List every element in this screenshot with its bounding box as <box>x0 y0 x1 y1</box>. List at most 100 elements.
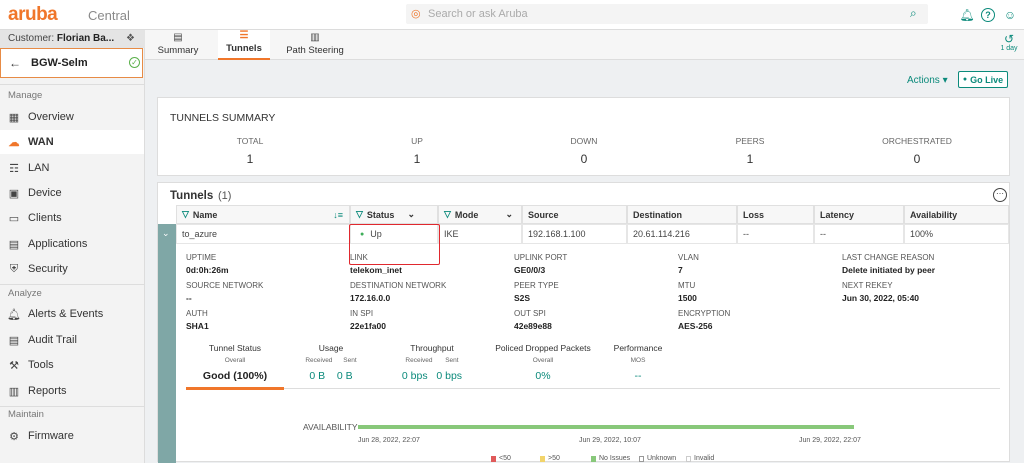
column-header-name[interactable]: ▽ Name ↓≡ <box>176 205 350 224</box>
audit-icon: ▤ <box>8 334 20 347</box>
detail-value: Jun 30, 2022, 05:40 <box>842 293 920 303</box>
applications-icon: ▤ <box>8 238 20 251</box>
legend-item: No Issues <box>591 455 630 462</box>
actions-dropdown[interactable]: Actions ▾ <box>907 75 948 86</box>
tab-bar: ▤ Summary ☰ Tunnels ▥ Path Steering <box>145 30 1024 60</box>
sidebar-item-label: Security <box>28 263 68 275</box>
chevron-down-icon[interactable]: ⌄ <box>505 209 513 220</box>
column-header-latency[interactable]: Latency <box>814 205 904 224</box>
table-cell-availability: 100% <box>904 224 1009 244</box>
metric-policed-dropped[interactable]: Policed Dropped Packets Overall 0% <box>488 343 598 382</box>
sidebar-item-audit-trail[interactable]: ▤ Audit Trail <box>0 328 144 352</box>
filter-icon[interactable]: ▽ <box>444 209 451 220</box>
metric-throughput[interactable]: Throughput Received Sent 0 bps 0 bps <box>386 343 478 382</box>
legend-swatch <box>686 455 691 462</box>
filter-icon[interactable]: ▽ <box>356 209 363 220</box>
section-manage: Manage <box>8 90 43 101</box>
sidebar-item-wan[interactable]: ☁ WAN <box>0 130 144 154</box>
filter-icon[interactable]: ▽ <box>182 209 189 220</box>
caret-down-icon: ▾ <box>942 75 948 86</box>
column-header-loss[interactable]: Loss <box>737 205 814 224</box>
search-input[interactable]: ◎ Search or ask Aruba ⌕ <box>406 4 928 24</box>
site-name: BGW-Selm <box>31 57 88 69</box>
check-circle-icon: ✓ <box>129 57 140 68</box>
tab-summary[interactable]: ▤ Summary <box>155 30 201 60</box>
bell-icon[interactable]: 🔔︎ <box>959 8 974 22</box>
sidebar-item-label: Firmware <box>28 430 74 442</box>
metric-sub: Sent <box>343 357 357 364</box>
sort-icon[interactable]: ↓≡ <box>333 210 343 220</box>
metric-title: Performance <box>613 343 663 353</box>
summary-label: UP <box>411 136 423 146</box>
metric-value: 0 B <box>336 370 353 382</box>
column-header-destination[interactable]: Destination <box>627 205 737 224</box>
top-bar: aruba Central ◎ Search or ask Aruba ⌕ 🔔︎… <box>0 0 1024 30</box>
legend-item: >50 <box>540 455 560 462</box>
detail-label: UPLINK PORT <box>514 253 568 262</box>
column-header-status[interactable]: ▽ Status ⌄ <box>350 205 438 224</box>
detail-label: LAST CHANGE REASON <box>842 253 935 262</box>
site-selector[interactable]: ← BGW-Selm ✓ <box>0 48 143 78</box>
shield-icon: ⛨ <box>9 262 19 275</box>
search-icon[interactable]: ⌕ <box>910 6 917 21</box>
legend-label: Unknown <box>647 455 677 462</box>
detail-label: VLAN <box>678 253 699 262</box>
column-header-mode[interactable]: ▽ Mode ⌄ <box>438 205 522 224</box>
metric-active-indicator <box>186 387 284 390</box>
tab-label: Tunnels <box>226 43 262 54</box>
sidebar-item-applications[interactable]: ▤ Applications <box>0 232 144 256</box>
sidebar-item-alerts-events[interactable]: 🔔︎ Alerts & Events <box>0 302 144 326</box>
metric-title: Throughput <box>410 343 454 353</box>
firmware-icon: ⚙ <box>9 430 19 443</box>
table-cell-latency: -- <box>814 224 904 244</box>
sidebar-item-overview[interactable]: ▦ Overview <box>0 105 144 129</box>
time-range-selector[interactable]: ↺ 1 day <box>995 33 1023 52</box>
more-options-icon[interactable]: ⋯ <box>993 188 1007 202</box>
metric-title: Policed Dropped Packets <box>495 343 591 353</box>
network-icon[interactable]: ❖ <box>126 33 135 44</box>
detail-label: AUTH <box>186 309 208 318</box>
detail-value: Delete initiated by peer <box>842 265 936 275</box>
search-icon-left: ◎ <box>411 8 421 20</box>
tab-path-steering[interactable]: ▥ Path Steering <box>284 30 346 60</box>
aruba-logo[interactable]: aruba <box>8 4 58 26</box>
time-range-label: 1 day <box>1000 45 1018 52</box>
metric-performance[interactable]: Performance MOS -- <box>603 343 673 382</box>
table-cell-name[interactable]: to_azure <box>176 224 350 244</box>
column-header-label: Latency <box>820 209 855 220</box>
summary-up: UP 1 <box>357 136 477 166</box>
metric-usage[interactable]: Usage Received Sent 0 B 0 B <box>296 343 366 382</box>
help-icon[interactable]: ? <box>981 8 995 22</box>
metric-tunnel-status[interactable]: Tunnel Status Overall Good (100%) <box>186 343 284 382</box>
user-icon[interactable]: ☺ <box>1003 8 1017 22</box>
cloud-icon: ☁ <box>8 136 20 149</box>
detail-value: 22e1fa00 <box>350 321 386 331</box>
column-header-source[interactable]: Source <box>522 205 627 224</box>
customer-selector[interactable]: Customer: Florian Ba... ❖ <box>0 30 145 48</box>
column-header-availability[interactable]: Availability <box>904 205 1009 224</box>
metric-value: 0 B <box>309 370 326 382</box>
history-icon: ↺ <box>1003 32 1015 46</box>
sidebar-item-firmware[interactable]: ⚙ Firmware <box>0 424 144 448</box>
sidebar-item-lan[interactable]: ☶ LAN <box>0 156 144 180</box>
column-header-label: Destination <box>633 209 683 220</box>
row-expand-toggle[interactable]: ⌄ <box>158 224 176 463</box>
chevron-down-icon[interactable]: ⌄ <box>407 209 415 220</box>
sidebar-item-security[interactable]: ⛨ Security <box>0 257 144 281</box>
sidebar-item-clients[interactable]: ▭ Clients <box>0 206 144 230</box>
go-live-button[interactable]: ● Go Live <box>958 71 1008 88</box>
device-icon: ▣ <box>8 187 20 200</box>
wrench-icon: ⚒ <box>9 359 19 372</box>
tab-tunnels[interactable]: ☰ Tunnels <box>218 30 270 60</box>
legend-label: Invalid <box>694 455 715 462</box>
availability-tick: Jun 29, 2022, 10:07 <box>579 437 641 444</box>
back-arrow-icon[interactable]: ← <box>9 56 21 70</box>
detail-value: 1500 <box>678 293 697 303</box>
section-analyze: Analyze <box>8 288 42 299</box>
sidebar-item-tools[interactable]: ⚒ Tools <box>0 353 144 377</box>
sidebar-item-device[interactable]: ▣ Device <box>0 181 144 205</box>
table-cell-mode: IKE <box>438 224 522 244</box>
sidebar-item-reports[interactable]: ▥ Reports <box>0 379 144 403</box>
table-cell-loss: -- <box>737 224 814 244</box>
sidebar-item-label: Overview <box>28 111 74 123</box>
